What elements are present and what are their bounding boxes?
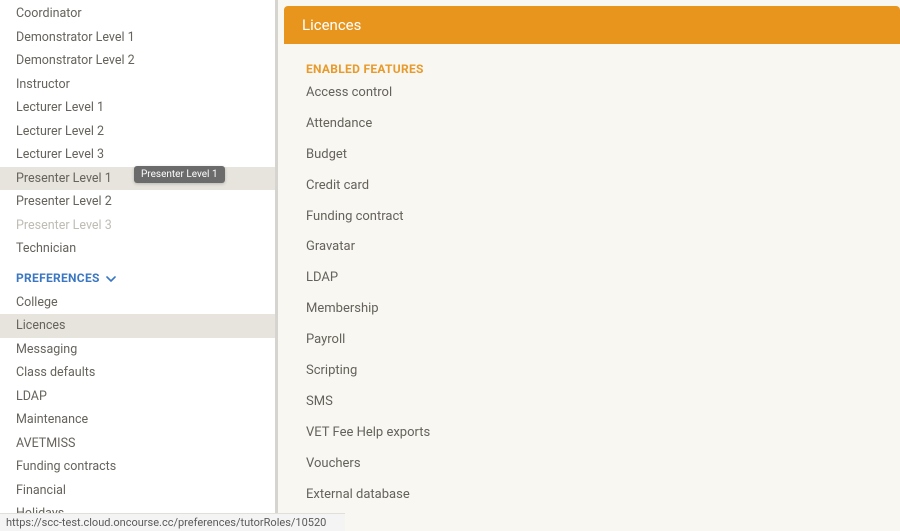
sidebar-pref-item[interactable]: Licences (0, 314, 275, 338)
feature-item: Attendance (306, 109, 878, 140)
feature-item: Scripting (306, 356, 878, 387)
chevron-down-icon (106, 273, 116, 283)
sidebar-role-item[interactable]: Demonstrator Level 2 (0, 49, 275, 73)
enabled-features-list: Access control Attendance Budget Credit … (306, 78, 878, 510)
enabled-features-header: ENABLED FEATURES (306, 62, 878, 76)
feature-item: Membership (306, 294, 878, 325)
sidebar-role-item[interactable]: Lecturer Level 1 (0, 96, 275, 120)
feature-item: Budget (306, 140, 878, 171)
feature-item: LDAP (306, 263, 878, 294)
browser-status-bar: https://scc-test.cloud.oncourse.cc/prefe… (0, 513, 345, 531)
sidebar-pref-item[interactable]: AVETMISS (0, 432, 275, 456)
page-title-bar: Licences (284, 6, 900, 44)
hover-tooltip: Presenter Level 1 (134, 166, 225, 183)
main-panel: Licences ENABLED FEATURES Access control… (278, 0, 900, 531)
sidebar-role-item[interactable]: Presenter Level 2 (0, 190, 275, 214)
sidebar-pref-item[interactable]: Messaging (0, 338, 275, 362)
page-title: Licences (302, 16, 361, 34)
sidebar-pref-item[interactable]: Maintenance (0, 408, 275, 432)
sidebar-role-item[interactable]: Presenter Level 3 (0, 214, 275, 238)
feature-item: Funding contract (306, 202, 878, 233)
feature-item: External database (306, 480, 878, 511)
sidebar-pref-item[interactable]: LDAP (0, 385, 275, 409)
preferences-header[interactable]: PREFERENCES (0, 261, 275, 291)
sidebar-pref-item[interactable]: College (0, 291, 275, 315)
feature-item: Payroll (306, 325, 878, 356)
sidebar: Coordinator Demonstrator Level 1 Demonst… (0, 0, 278, 531)
sidebar-role-item[interactable]: Instructor (0, 73, 275, 97)
content-area: ENABLED FEATURES Access control Attendan… (284, 44, 900, 531)
sidebar-role-item[interactable]: Lecturer Level 3 (0, 143, 275, 167)
sidebar-role-item[interactable]: Demonstrator Level 1 (0, 26, 275, 50)
sidebar-pref-item[interactable]: Class defaults (0, 361, 275, 385)
sidebar-role-item[interactable]: Lecturer Level 2 (0, 120, 275, 144)
sidebar-role-item[interactable]: Coordinator (0, 2, 275, 26)
feature-item: SMS (306, 387, 878, 418)
sidebar-pref-item[interactable]: Financial (0, 479, 275, 503)
feature-item: VET Fee Help exports (306, 418, 878, 449)
feature-item: Gravatar (306, 232, 878, 263)
sidebar-role-item[interactable]: Technician (0, 237, 275, 261)
feature-item: Access control (306, 78, 878, 109)
feature-item: Vouchers (306, 449, 878, 480)
feature-item: Credit card (306, 171, 878, 202)
preferences-header-label: PREFERENCES (16, 271, 100, 285)
sidebar-pref-item[interactable]: Funding contracts (0, 455, 275, 479)
